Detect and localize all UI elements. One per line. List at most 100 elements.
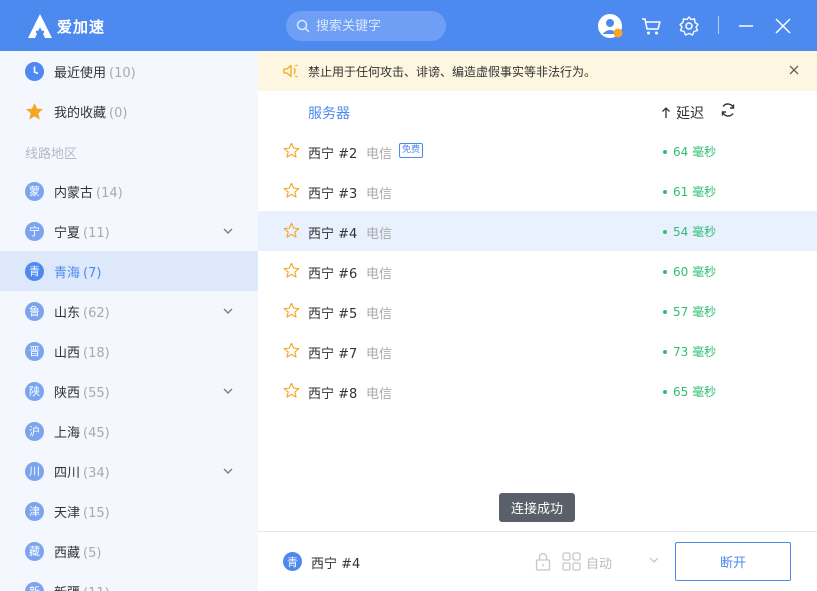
chevron-down-icon[interactable] (222, 305, 234, 317)
avatar-icon (598, 14, 623, 38)
sidebar-item-label: 天津 (54, 505, 81, 521)
disconnect-button[interactable]: 断开 (675, 542, 791, 581)
sidebar-item-region[interactable]: 蒙内蒙古 (14) (0, 171, 258, 211)
status-dot (663, 229, 667, 234)
server-delay: 61 毫秒 (663, 183, 716, 200)
region-badge: 川 (25, 461, 44, 481)
sidebar-item-region[interactable]: 川四川 (34) (0, 451, 258, 491)
mode-select[interactable]: 自动 (586, 553, 612, 572)
status-dot (663, 309, 667, 314)
sidebar-item-label: 山东 (54, 305, 81, 321)
sidebar-item-count: (7) (83, 265, 102, 281)
favorite-star-icon[interactable] (283, 342, 300, 359)
server-delay: 57 毫秒 (663, 303, 716, 320)
server-delay-value: 54 毫秒 (673, 225, 717, 239)
table-row[interactable]: 西宁 #2 电信 免费 64 毫秒 (258, 131, 817, 171)
favorite-star-icon[interactable] (283, 262, 300, 279)
grid-mode-icon[interactable] (562, 552, 581, 571)
region-badge: 晋 (25, 341, 44, 361)
favorite-star-icon[interactable] (283, 222, 300, 239)
favorite-star-icon[interactable] (283, 302, 300, 319)
favorite-star-icon[interactable] (283, 182, 300, 199)
cart-button[interactable] (638, 13, 664, 39)
server-delay: 60 毫秒 (663, 263, 716, 280)
refresh-icon[interactable] (720, 102, 736, 118)
notice-bar: 禁止用于任何攻击、诽谤、编造虚假事实等非法行为。 (258, 51, 817, 91)
server-delay-value: 60 毫秒 (673, 265, 717, 279)
server-isp: 电信 (366, 267, 393, 282)
close-window-button[interactable] (770, 13, 796, 39)
lock-icon[interactable] (534, 552, 552, 571)
sidebar-item-region[interactable]: 晋山西 (18) (0, 331, 258, 371)
close-icon[interactable] (788, 64, 800, 76)
sidebar-item-count: (5) (83, 545, 102, 561)
table-row[interactable]: 西宁 #4 电信 54 毫秒 (258, 211, 817, 251)
server-name: 西宁 #4 (308, 227, 358, 242)
region-badge: 沪 (25, 421, 44, 441)
column-header-delay[interactable]: 延迟 (661, 103, 704, 123)
sidebar-item-region[interactable]: 沪上海 (45) (0, 411, 258, 451)
table-row[interactable]: 西宁 #6 电信 60 毫秒 (258, 251, 817, 291)
table-row[interactable]: 西宁 #5 电信 57 毫秒 (258, 291, 817, 331)
sidebar-item-count: (15) (83, 505, 110, 521)
table-row[interactable]: 西宁 #3 电信 61 毫秒 (258, 171, 817, 211)
app-logo-icon (28, 14, 52, 38)
server-table-header: 服务器 延迟 (258, 91, 817, 131)
server-delay: 64 毫秒 (663, 143, 716, 160)
server-delay-value: 57 毫秒 (673, 305, 717, 319)
region-badge: 津 (25, 501, 44, 521)
favorite-star-icon[interactable] (283, 382, 300, 399)
server-name: 西宁 #6 (308, 267, 358, 282)
server-delay-value: 73 毫秒 (673, 345, 717, 359)
table-row[interactable]: 西宁 #7 电信 73 毫秒 (258, 331, 817, 371)
server-delay: 54 毫秒 (663, 223, 716, 240)
toast-message: 连接成功 (499, 493, 575, 522)
search-icon (296, 19, 310, 33)
sort-arrow-up-icon (662, 107, 670, 118)
favorite-star-icon[interactable] (283, 142, 300, 159)
chevron-down-icon[interactable] (222, 225, 234, 237)
free-tag: 免费 (399, 143, 424, 158)
section-title-regions: 线路地区 (25, 147, 78, 162)
sidebar-item-recent[interactable]: 最近使用 (10) (0, 51, 258, 91)
search-box[interactable] (286, 11, 446, 41)
sidebar-item-region[interactable]: 宁宁夏 (11) (0, 211, 258, 251)
chevron-down-icon[interactable] (222, 385, 234, 397)
chevron-down-icon[interactable] (222, 465, 234, 477)
sidebar-item-count: (14) (96, 185, 123, 201)
table-row[interactable]: 西宁 #8 电信 65 毫秒 (258, 371, 817, 411)
settings-button[interactable] (676, 13, 702, 39)
close-icon (775, 18, 791, 34)
server-isp: 电信 (366, 147, 393, 162)
server-delay: 73 毫秒 (663, 343, 716, 360)
server-name: 西宁 #5 (308, 307, 358, 322)
minimize-icon (739, 25, 753, 27)
sidebar-item-favorites[interactable]: 我的收藏 (0) (0, 91, 258, 131)
column-header-server[interactable]: 服务器 (308, 103, 350, 123)
sidebar-item-label: 我的收藏 (54, 105, 107, 121)
region-badge: 新 (25, 581, 44, 591)
sidebar-item-region[interactable]: 津天津 (15) (0, 491, 258, 531)
chevron-down-icon[interactable] (648, 554, 660, 566)
sidebar-item-region[interactable]: 青青海 (7) (0, 251, 258, 291)
sidebar-item-region[interactable]: 新新疆(11) (0, 571, 258, 591)
current-region-badge: 青 (283, 552, 302, 571)
user-avatar-button[interactable] (597, 13, 623, 39)
server-name: 西宁 #3 (308, 187, 358, 202)
notice-text: 禁止用于任何攻击、诽谤、编造虚假事实等非法行为。 (308, 64, 597, 79)
server-name: 西宁 #7 (308, 347, 358, 362)
clock-icon (25, 61, 44, 81)
region-badge: 藏 (25, 541, 44, 561)
sidebar-item-count: (11) (83, 586, 110, 591)
minimize-button[interactable] (733, 13, 759, 39)
star-icon (25, 102, 44, 120)
title-bar: 爱加速 (0, 0, 817, 51)
server-delay: 65 毫秒 (663, 383, 716, 400)
app-name: 爱加速 (57, 18, 106, 36)
sidebar-item-region[interactable]: 藏西藏 (5) (0, 531, 258, 571)
server-name: 西宁 #2 (308, 147, 358, 162)
sidebar-item-region[interactable]: 陕陕西 (55) (0, 371, 258, 411)
sidebar-item-count: (62) (83, 305, 110, 321)
search-input[interactable] (316, 18, 436, 34)
sidebar-item-region[interactable]: 鲁山东 (62) (0, 291, 258, 331)
